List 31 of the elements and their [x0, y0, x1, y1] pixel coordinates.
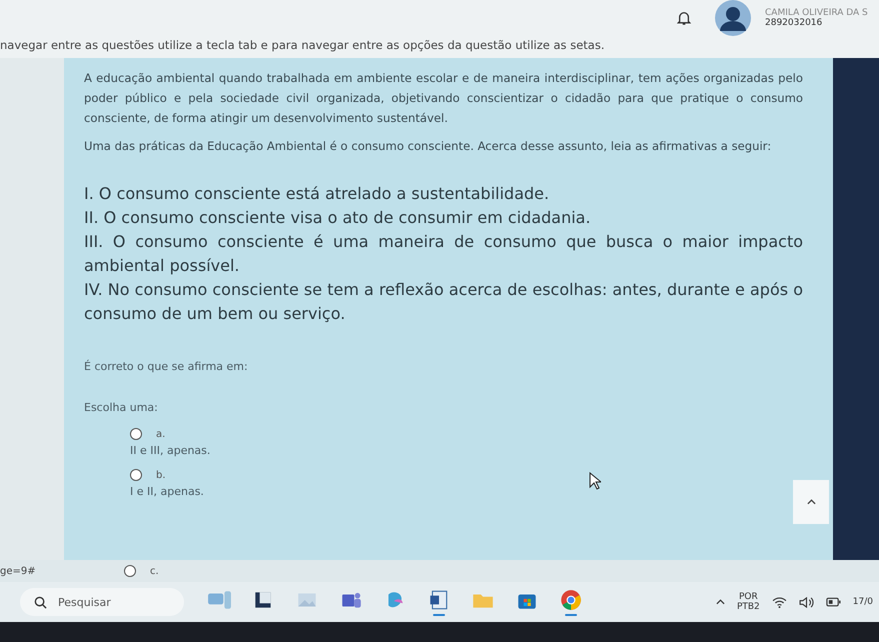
statement-text: IV. No consumo consciente se tem a reflexão acerca de escolhas: antes, durante e após o consumo de um bem ou serviço.	[84, 279, 803, 325]
question-paragraph: A educação ambiental quando trabalhada em ambiente escolar e de maneira interdisciplinar, tem ações organizadas pelo poder público e pela sociedade civil organizada, objetivando conscientizar o cidadão para que pratique o consumo consciente, de forma atingir um desenvolvimento sustentável.	[84, 70, 803, 127]
option-text[interactable]: II e III, apenas.	[130, 444, 803, 457]
radio-button[interactable]	[130, 428, 142, 440]
question-prompt: É correto o que se afirma em:	[84, 360, 249, 373]
keyboard-language-button[interactable]: POR PTB2	[736, 592, 760, 612]
instruction-text: navegar entre as questões utilize a tecla tab e para navegar entre as opções da questão utilize as setas.	[0, 36, 879, 58]
chevron-up-icon[interactable]	[716, 599, 725, 605]
search-field[interactable]: Pesquisar	[20, 588, 184, 616]
radio-button[interactable]	[130, 469, 142, 481]
statement-text: II. O consumo consciente visa o ato de consumir em cidadania.	[84, 207, 592, 229]
chevron-up-icon	[806, 499, 816, 505]
clock-text[interactable]: 17/0	[852, 597, 873, 607]
mouse-pointer-icon	[589, 472, 601, 490]
option-letter: a.	[156, 428, 166, 440]
option-letter: c.	[150, 566, 159, 576]
statement-text: I. O consumo consciente está atrelado a sustentabilidade.	[84, 183, 550, 205]
user-id: 2892032016	[765, 18, 824, 28]
choose-label: Escolha uma:	[84, 401, 159, 414]
status-url: ge=9#	[0, 566, 37, 576]
browser-icon[interactable]	[559, 588, 583, 612]
notification-bell-icon[interactable]	[677, 10, 691, 26]
option-letter: b.	[156, 470, 166, 480]
wifi-icon[interactable]	[772, 596, 787, 608]
question-paragraph: Uma das práticas da Educação Ambiental é o consumo consciente. Acerca desse assunto, leia as afirmativas a seguir:	[84, 138, 772, 155]
statement-text: III. O consumo consciente é uma maneira de consumo que busca o maior impacto ambiental possível.	[84, 231, 803, 277]
user-name: CAMILA OLIVEIRA DA S	[765, 8, 869, 18]
volume-icon[interactable]	[798, 596, 814, 608]
avatar-icon[interactable]	[715, 0, 751, 36]
radio-button[interactable]	[124, 565, 136, 577]
battery-icon[interactable]	[826, 597, 841, 607]
